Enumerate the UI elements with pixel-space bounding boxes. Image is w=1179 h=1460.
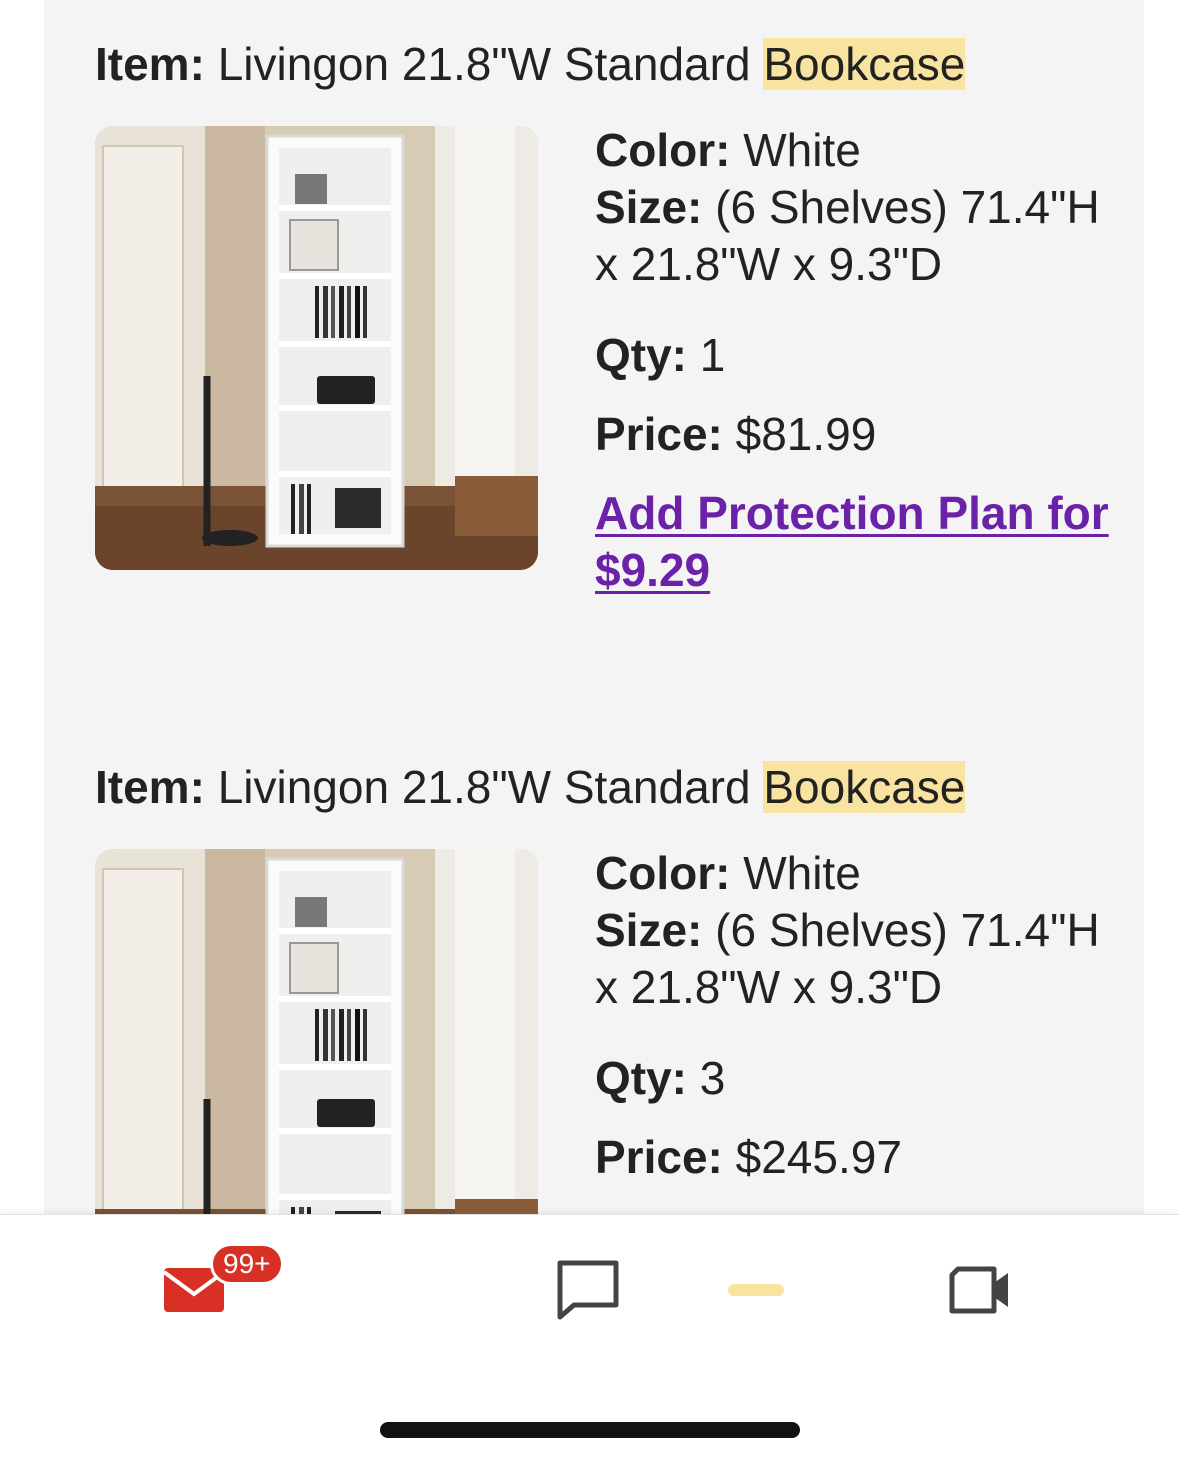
spaces-icon: [728, 1284, 784, 1296]
spaces-tab[interactable]: [696, 1245, 816, 1335]
home-indicator[interactable]: [380, 1422, 800, 1438]
price-label: Price:: [595, 1131, 723, 1183]
item-title: Item: Livingon 21.8"W Standard Bookcase: [95, 36, 1095, 92]
item-label: Item:: [95, 761, 205, 813]
qty-line: Qty: 1: [595, 327, 1115, 384]
color-label: Color:: [595, 124, 731, 176]
order-item-1: Item: Livingon 21.8"W Standard Bookcase: [95, 36, 1109, 596]
color-line: Color: White: [595, 122, 1115, 179]
item-details: Color: White Size: (6 Shelves) 71.4"H x …: [595, 122, 1115, 599]
size-label: Size:: [595, 904, 703, 956]
unread-count-badge: 99+: [210, 1243, 284, 1285]
price-line: Price: $81.99: [595, 406, 1115, 463]
search-highlight: Bookcase: [763, 38, 966, 90]
item-name: Livingon 21.8"W Standard: [217, 761, 764, 813]
color-label: Color:: [595, 847, 731, 899]
search-highlight: Bookcase: [763, 761, 966, 813]
product-image[interactable]: [95, 849, 538, 1214]
video-icon: [949, 1266, 1008, 1314]
order-item-2: Item: Livingon 21.8"W Standard Bookcase: [95, 759, 1100, 1214]
email-body[interactable]: Item: Livingon 21.8"W Standard Bookcase: [44, 0, 1144, 1214]
size-line: Size: (6 Shelves) 71.4"H x 21.8"W x 9.3"…: [595, 902, 1115, 1016]
size-line: Size: (6 Shelves) 71.4"H x 21.8"W x 9.3"…: [595, 179, 1115, 293]
qty-label: Qty:: [595, 1052, 687, 1104]
item-title: Item: Livingon 21.8"W Standard Bookcase: [95, 759, 1095, 815]
item-name: Livingon 21.8"W Standard: [217, 38, 764, 90]
chat-tab[interactable]: [528, 1245, 648, 1335]
price-label: Price:: [595, 408, 723, 460]
qty-label: Qty:: [595, 329, 687, 381]
product-image[interactable]: [95, 126, 538, 570]
price-value: $245.97: [735, 1131, 902, 1183]
color-value: White: [743, 124, 861, 176]
color-value: White: [743, 847, 861, 899]
bottom-navigation-bar: 99+: [0, 1214, 1179, 1460]
chat-icon: [557, 1260, 619, 1320]
qty-line: Qty: 3: [595, 1050, 1115, 1107]
qty-value: 3: [699, 1052, 726, 1104]
qty-value: 1: [699, 329, 726, 381]
item-details: Color: White Size: (6 Shelves) 71.4"H x …: [595, 845, 1115, 1186]
add-protection-plan-link[interactable]: Add Protection Plan for $9.29: [595, 485, 1115, 599]
meet-tab[interactable]: [920, 1245, 1040, 1335]
size-label: Size:: [595, 181, 703, 233]
price-value: $81.99: [735, 408, 877, 460]
color-line: Color: White: [595, 845, 1115, 902]
gmail-message-view: Item: Livingon 21.8"W Standard Bookcase: [0, 0, 1179, 1460]
price-line: Price: $245.97: [595, 1129, 1115, 1186]
item-label: Item:: [95, 38, 205, 90]
